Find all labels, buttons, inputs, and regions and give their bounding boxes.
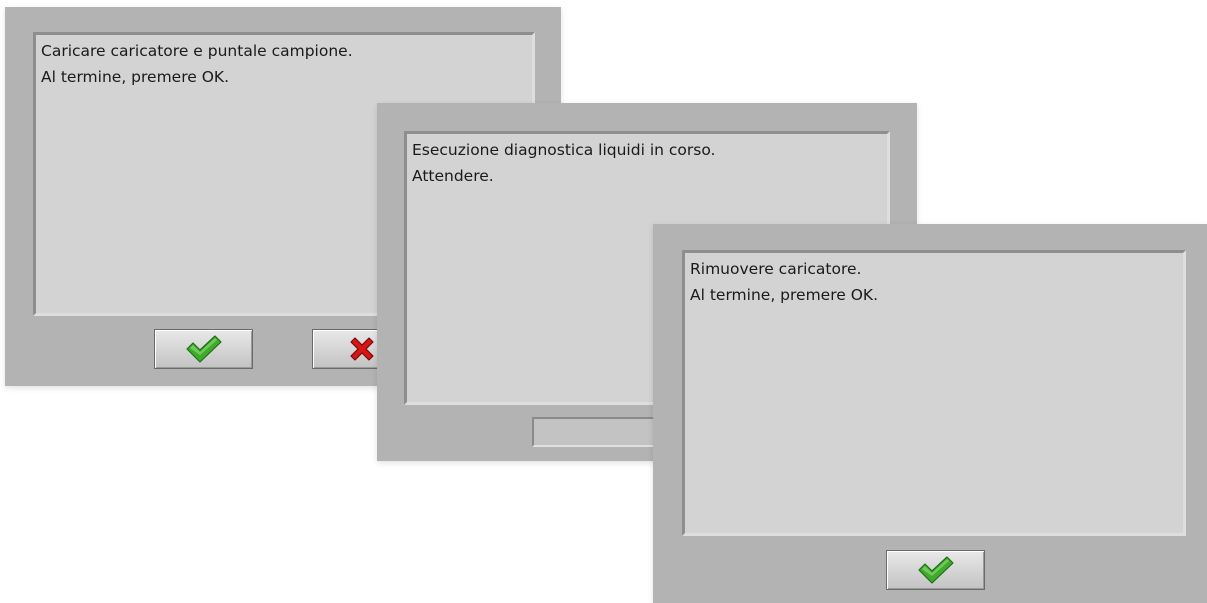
message-panel: Rimuovere caricatore. Al termine, premer… xyxy=(682,250,1186,536)
checkmark-icon xyxy=(185,335,222,363)
red-x-icon xyxy=(349,337,374,361)
checkmark-icon xyxy=(917,556,954,584)
message-line-2: Attendere. xyxy=(412,167,494,185)
ok-button[interactable] xyxy=(886,550,985,590)
message-line-1: Esecuzione diagnostica liquidi in corso. xyxy=(412,141,716,159)
message-line-2: Al termine, premere OK. xyxy=(690,286,878,304)
message-line-2: Al termine, premere OK. xyxy=(41,68,229,86)
dialog-remove-loader: Rimuovere caricatore. Al termine, premer… xyxy=(653,224,1207,603)
ok-button[interactable] xyxy=(154,329,253,369)
message-line-1: Rimuovere caricatore. xyxy=(690,260,862,278)
message-line-1: Caricare caricatore e puntale campione. xyxy=(41,42,353,60)
